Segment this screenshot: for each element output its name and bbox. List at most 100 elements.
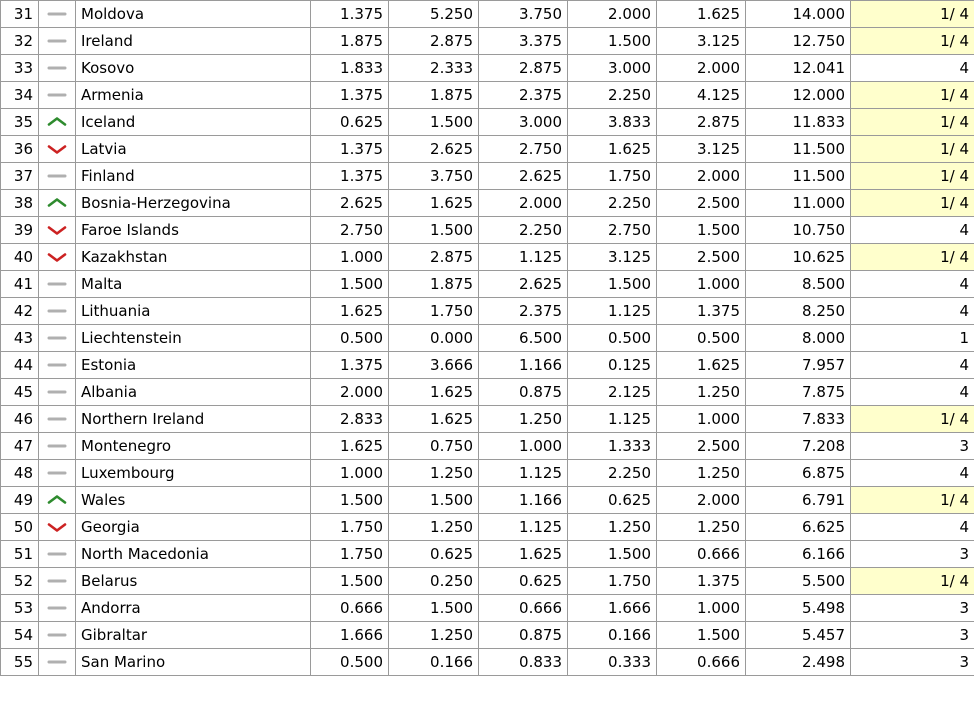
table-row[interactable]: 47 Montenegro 1.625 0.750 1.000 1.333 2.500 7.2… bbox=[0, 432, 974, 460]
qualification-slots-cell: 4 bbox=[850, 378, 974, 406]
table-row[interactable]: 52 Belarus 1.500 0.250 0.625 1.750 1.375 5.500 1… bbox=[0, 567, 974, 595]
qualification-slots-cell: 1/ 4 bbox=[850, 108, 974, 136]
season-value-5-cell: 3.125 bbox=[656, 135, 746, 163]
trend-down-icon bbox=[46, 140, 68, 158]
total-points-cell: 7.833 bbox=[745, 405, 851, 433]
season-value-4-cell: 3.833 bbox=[567, 108, 657, 136]
qualification-slots-cell: 1/ 4 bbox=[850, 27, 974, 55]
team-name-cell[interactable]: North Macedonia bbox=[75, 540, 311, 568]
season-value-4-cell: 1.500 bbox=[567, 270, 657, 298]
trend-same-icon bbox=[46, 167, 68, 185]
table-row[interactable]: 45 Albania 2.000 1.625 0.875 2.125 1.250 7.875 4 bbox=[0, 378, 974, 406]
team-name-cell[interactable]: Andorra bbox=[75, 594, 311, 622]
team-name-cell[interactable]: Faroe Islands bbox=[75, 216, 311, 244]
season-value-2-cell: 1.500 bbox=[388, 216, 479, 244]
trend-same-icon bbox=[46, 86, 68, 104]
season-value-1-cell: 1.000 bbox=[310, 459, 389, 487]
table-row[interactable]: 40 Kazakhstan 1.000 2.875 1.125 3.125 2.500 10.… bbox=[0, 243, 974, 271]
table-row[interactable]: 36 Latvia 1.375 2.625 2.750 1.625 3.125 11.500 1… bbox=[0, 135, 974, 163]
table-row[interactable]: 48 Luxembourg 1.000 1.250 1.125 2.250 1.250 6.8… bbox=[0, 459, 974, 487]
rank-cell: 49 bbox=[0, 486, 39, 514]
team-name-cell[interactable]: San Marino bbox=[75, 648, 311, 676]
team-name-cell[interactable]: Kazakhstan bbox=[75, 243, 311, 271]
season-value-1-cell: 2.000 bbox=[310, 378, 389, 406]
team-name-cell[interactable]: Northern Ireland bbox=[75, 405, 311, 433]
season-value-1-cell: 1.500 bbox=[310, 486, 389, 514]
table-row[interactable]: 31 Moldova 1.375 5.250 3.750 2.000 1.625 14.000… bbox=[0, 0, 974, 28]
trend-cell bbox=[38, 405, 76, 433]
rank-cell: 35 bbox=[0, 108, 39, 136]
trend-cell bbox=[38, 189, 76, 217]
total-points-cell: 5.498 bbox=[745, 594, 851, 622]
team-name-cell[interactable]: Montenegro bbox=[75, 432, 311, 460]
table-row[interactable]: 32 Ireland 1.875 2.875 3.375 1.500 3.125 12.750… bbox=[0, 27, 974, 55]
rank-cell: 47 bbox=[0, 432, 39, 460]
trend-same-icon bbox=[46, 653, 68, 671]
table-row[interactable]: 44 Estonia 1.375 3.666 1.166 0.125 1.625 7.957 4 bbox=[0, 351, 974, 379]
trend-down-icon bbox=[46, 518, 68, 536]
season-value-2-cell: 0.750 bbox=[388, 432, 479, 460]
table-row[interactable]: 33 Kosovo 1.833 2.333 2.875 3.000 2.000 12.041 4 bbox=[0, 54, 974, 82]
season-value-2-cell: 0.250 bbox=[388, 567, 479, 595]
qualification-slots-cell: 1/ 4 bbox=[850, 135, 974, 163]
rank-cell: 53 bbox=[0, 594, 39, 622]
team-name-cell[interactable]: Armenia bbox=[75, 81, 311, 109]
team-name-cell[interactable]: Finland bbox=[75, 162, 311, 190]
table-row[interactable]: 46 Northern Ireland 2.833 1.625 1.250 1.125 1.… bbox=[0, 405, 974, 433]
team-name-cell[interactable]: Moldova bbox=[75, 0, 311, 28]
team-name-cell[interactable]: Belarus bbox=[75, 567, 311, 595]
qualification-slots-cell: 1/ 4 bbox=[850, 81, 974, 109]
season-value-4-cell: 2.250 bbox=[567, 189, 657, 217]
team-name-cell[interactable]: Albania bbox=[75, 378, 311, 406]
table-row[interactable]: 38 Bosnia-Herzegovina 2.625 1.625 2.000 2.250… bbox=[0, 189, 974, 217]
season-value-4-cell: 3.125 bbox=[567, 243, 657, 271]
season-value-5-cell: 2.875 bbox=[656, 108, 746, 136]
table-row[interactable]: 35 Iceland 0.625 1.500 3.000 3.833 2.875 11.833… bbox=[0, 108, 974, 136]
team-name-cell[interactable]: Bosnia-Herzegovina bbox=[75, 189, 311, 217]
season-value-5-cell: 2.000 bbox=[656, 54, 746, 82]
table-row[interactable]: 51 North Macedonia 1.750 0.625 1.625 1.500 0.6… bbox=[0, 540, 974, 568]
season-value-5-cell: 1.375 bbox=[656, 567, 746, 595]
table-row[interactable]: 55 San Marino 0.500 0.166 0.833 0.333 0.666 2.4… bbox=[0, 648, 974, 676]
rank-cell: 54 bbox=[0, 621, 39, 649]
team-name-cell[interactable]: Estonia bbox=[75, 351, 311, 379]
team-name-cell[interactable]: Georgia bbox=[75, 513, 311, 541]
season-value-1-cell: 1.375 bbox=[310, 162, 389, 190]
team-name-cell[interactable]: Wales bbox=[75, 486, 311, 514]
qualification-slots-cell: 1/ 4 bbox=[850, 567, 974, 595]
team-name-cell[interactable]: Luxembourg bbox=[75, 459, 311, 487]
table-row[interactable]: 39 Faroe Islands 2.750 1.500 2.250 2.750 1.500… bbox=[0, 216, 974, 244]
trend-cell bbox=[38, 108, 76, 136]
team-name-cell[interactable]: Lithuania bbox=[75, 297, 311, 325]
table-row[interactable]: 43 Liechtenstein 0.500 0.000 6.500 0.500 0.500… bbox=[0, 324, 974, 352]
team-name-cell[interactable]: Kosovo bbox=[75, 54, 311, 82]
table-row[interactable]: 37 Finland 1.375 3.750 2.625 1.750 2.000 11.500… bbox=[0, 162, 974, 190]
table-row[interactable]: 54 Gibraltar 1.666 1.250 0.875 0.166 1.500 5.45… bbox=[0, 621, 974, 649]
team-name-cell[interactable]: Latvia bbox=[75, 135, 311, 163]
trend-cell bbox=[38, 270, 76, 298]
table-row[interactable]: 41 Malta 1.500 1.875 2.625 1.500 1.000 8.500 4 bbox=[0, 270, 974, 298]
table-row[interactable]: 53 Andorra 0.666 1.500 0.666 1.666 1.000 5.498 3 bbox=[0, 594, 974, 622]
rank-cell: 52 bbox=[0, 567, 39, 595]
trend-same-icon bbox=[46, 32, 68, 50]
season-value-5-cell: 0.666 bbox=[656, 648, 746, 676]
team-name-cell[interactable]: Liechtenstein bbox=[75, 324, 311, 352]
total-points-cell: 8.000 bbox=[745, 324, 851, 352]
season-value-4-cell: 2.250 bbox=[567, 81, 657, 109]
season-value-1-cell: 1.375 bbox=[310, 81, 389, 109]
total-points-cell: 11.500 bbox=[745, 135, 851, 163]
season-value-4-cell: 3.000 bbox=[567, 54, 657, 82]
total-points-cell: 11.000 bbox=[745, 189, 851, 217]
table-row[interactable]: 34 Armenia 1.375 1.875 2.375 2.250 4.125 12.000… bbox=[0, 81, 974, 109]
team-name-cell[interactable]: Malta bbox=[75, 270, 311, 298]
season-value-3-cell: 2.250 bbox=[478, 216, 568, 244]
team-name-cell[interactable]: Gibraltar bbox=[75, 621, 311, 649]
season-value-2-cell: 1.250 bbox=[388, 459, 479, 487]
rank-cell: 45 bbox=[0, 378, 39, 406]
team-name-cell[interactable]: Iceland bbox=[75, 108, 311, 136]
team-name-cell[interactable]: Ireland bbox=[75, 27, 311, 55]
table-row[interactable]: 50 Georgia 1.750 1.250 1.125 1.250 1.250 6.625 4 bbox=[0, 513, 974, 541]
qualification-slots-cell: 1/ 4 bbox=[850, 405, 974, 433]
table-row[interactable]: 42 Lithuania 1.625 1.750 2.375 1.125 1.375 8.25… bbox=[0, 297, 974, 325]
table-row[interactable]: 49 Wales 1.500 1.500 1.166 0.625 2.000 6.791 1/ … bbox=[0, 486, 974, 514]
